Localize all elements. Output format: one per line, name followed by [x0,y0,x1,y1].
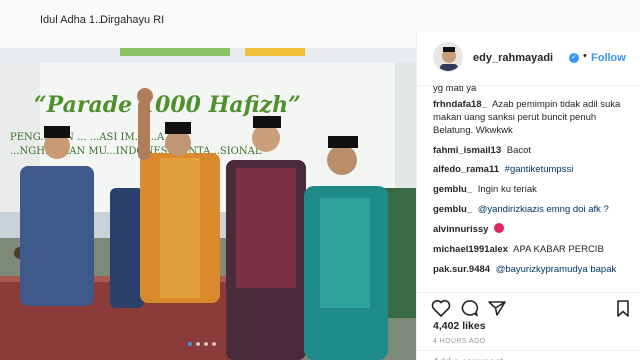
comment-user[interactable]: fahmi_ismail13 [433,145,501,156]
comment-hashtag[interactable]: #gantiketumpssi [505,164,574,175]
comment-user[interactable]: gemblu_ [433,184,472,195]
likes-count[interactable]: 4,402 likes [433,320,486,332]
banner-title: “Parade 1000 Hafizh” [34,92,301,118]
comment-text: Bacot [506,145,532,156]
comment-text: yg mati ya [433,86,477,94]
comment-user[interactable]: alfedo_rama11 [433,164,499,175]
share-icon[interactable] [487,299,507,317]
avatar-image [434,43,462,71]
comment-user[interactable]: pak.sur.9484 [433,264,490,275]
highlight-idul-adha[interactable]: Idul Adha 1... [40,14,104,26]
verified-badge-icon: ✓ [569,53,579,63]
post-timestamp: 4 HOURS AGO [433,338,486,345]
comment-item: yg mati ya [433,86,637,95]
comment-item: alfedo_rama11 #gantiketumpssi [433,163,637,176]
comment-item: pak.sur.9484 @bayurizkypramudya bapak [433,263,637,276]
comment-user[interactable]: alvinnurissy [433,224,488,235]
separator-dot: • [583,50,587,62]
highlights-strip: Idul Adha 1... Dirgahayu RI [0,0,640,32]
post-panel: edy_rahmayadi ✓ • Follow yg mati ya frhn… [416,32,640,360]
comment-item: michael1991alex APA KABAR PERCIB [433,243,637,256]
comment-user[interactable]: michael1991alex [433,244,508,255]
follow-button[interactable]: Follow [591,52,626,64]
heart-icon[interactable] [431,299,451,317]
bookmark-icon[interactable] [613,299,633,317]
post-header: edy_rahmayadi ✓ • Follow [417,32,640,86]
comment-text: @yandirizkiazis emng doi afk ? [477,204,609,215]
post-actions [417,292,640,320]
comment-icon[interactable] [459,299,479,317]
banner-subtitle-1: PENG...GAN ... ...ASI IM... ...A & [10,132,176,143]
highlight-dirgahayu[interactable]: Dirgahayu RI [100,14,164,26]
comment-item: gemblu_ @yandirizkiazis emng doi afk ? [433,203,637,216]
comment-text: APA KABAR PERCIB [513,244,604,255]
devil-emoji-icon [494,223,505,233]
avatar[interactable] [433,42,463,72]
comments-list[interactable]: yg mati ya frhndafa18_ Azab pemimpin tid… [417,86,640,292]
comment-text: @bayurizkypramudya bapak [495,264,617,275]
comment-user[interactable]: frhndafa18_ [433,99,487,110]
comment-text: Ingin ku teriak [477,184,537,195]
comment-item: alvinnurissy [433,223,637,236]
add-comment-bar [417,350,640,360]
post-photo[interactable]: “Parade 1000 Hafizh” PENG...GAN ... ...A… [0,48,416,360]
post-username[interactable]: edy_rahmayadi [473,52,553,64]
comment-item: frhndafa18_ Azab pemimpin tidak adil suk… [433,98,637,137]
add-comment-input[interactable] [433,355,629,360]
comment-item: gemblu_ Ingin ku teriak [433,183,637,196]
comment-user[interactable]: gemblu_ [433,204,472,215]
comment-item: fahmi_ismail13 Bacot [433,144,637,157]
photo-illustration: “Parade 1000 Hafizh” PENG...GAN ... ...A… [0,48,416,360]
